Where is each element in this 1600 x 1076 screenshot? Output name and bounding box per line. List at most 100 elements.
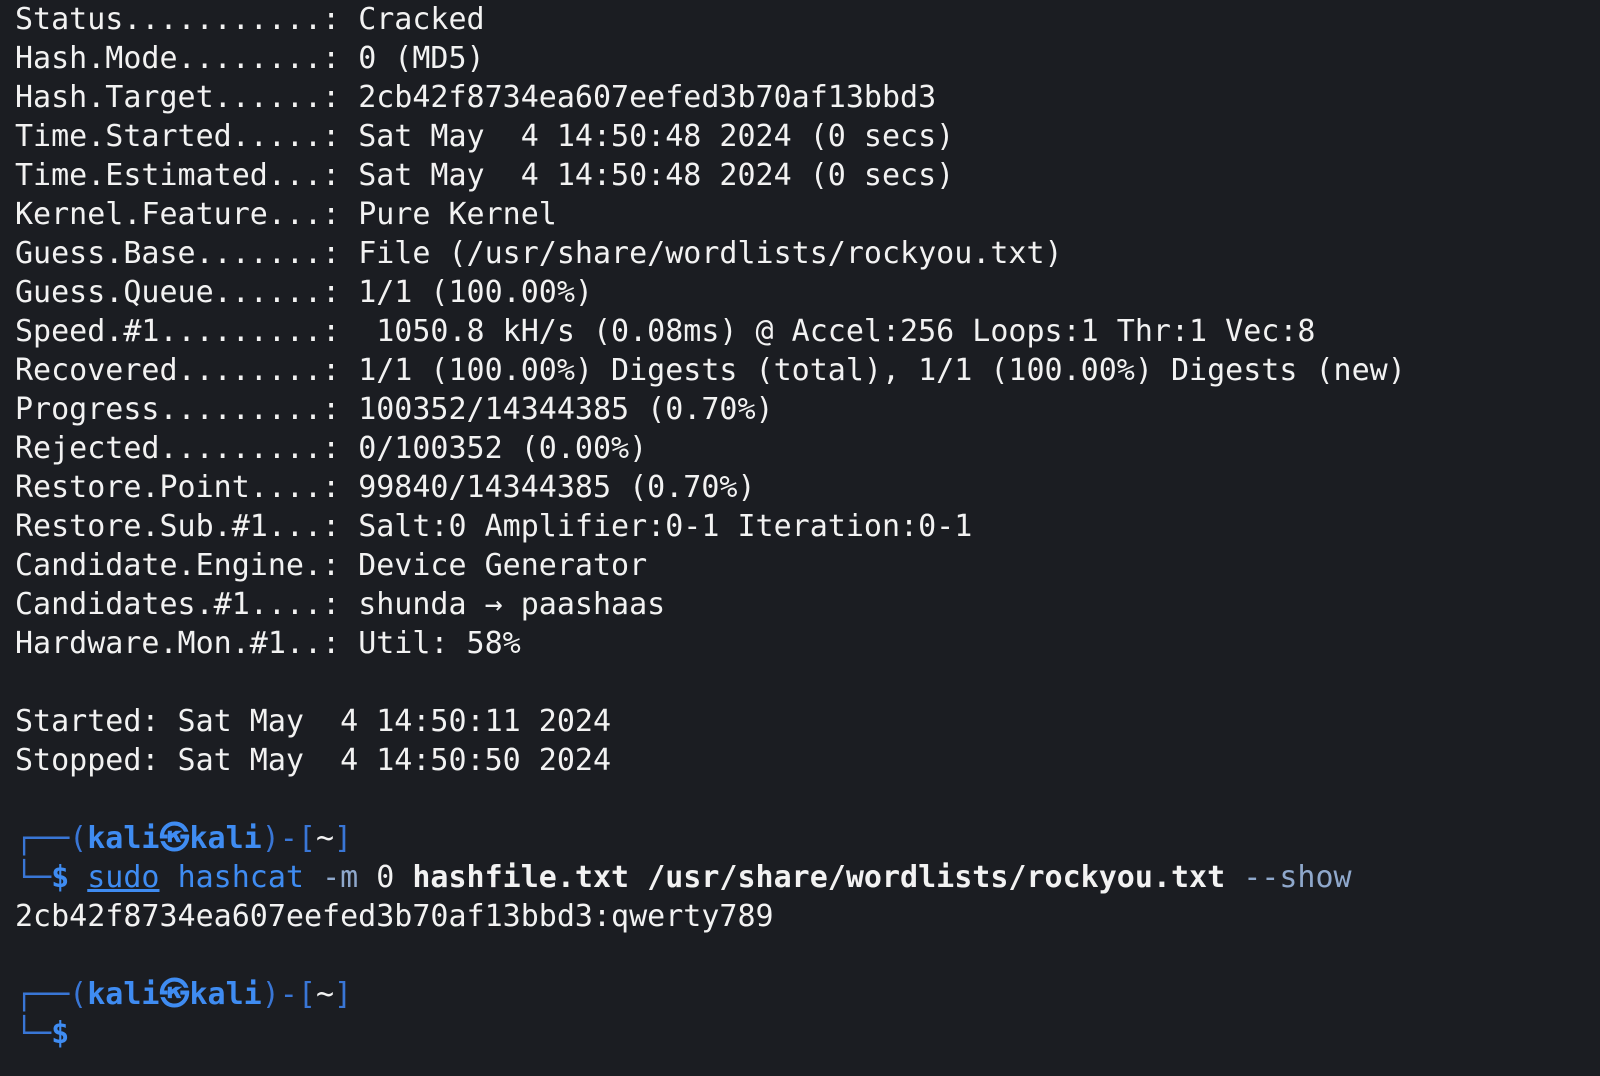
status-line: Restore.Sub.#1...: Salt:0 Amplifier:0-1 … bbox=[15, 507, 1600, 546]
status-key: Recovered bbox=[15, 353, 178, 388]
prompt-host: kali bbox=[189, 977, 262, 1012]
status-key: Guess.Base bbox=[15, 236, 196, 271]
status-value: 2cb42f8734ea607eefed3b70af13bbd3 bbox=[358, 80, 937, 115]
command-sudo: sudo bbox=[87, 860, 160, 895]
status-dots: ... bbox=[267, 158, 323, 193]
status-key: Hash.Target bbox=[15, 80, 214, 115]
status-dots: ......... bbox=[159, 431, 323, 466]
prompt-separator: )-[ bbox=[261, 821, 316, 856]
status-value: 0 (MD5) bbox=[358, 41, 485, 76]
status-dots: ......... bbox=[159, 314, 323, 349]
status-dots: ......... bbox=[159, 392, 323, 427]
status-line: Guess.Queue......: 1/1 (100.00%) bbox=[15, 273, 1600, 312]
prompt-header: ┌──(kali㉿kali)-[~] bbox=[15, 819, 1600, 858]
status-dots: . bbox=[303, 548, 323, 583]
status-value: File (/usr/share/wordlists/rockyou.txt) bbox=[358, 236, 1063, 271]
command-line-active[interactable]: └─$ bbox=[15, 1014, 1600, 1053]
status-separator: : bbox=[322, 197, 359, 232]
status-line: Recovered........: 1/1 (100.00%) Digests… bbox=[15, 351, 1600, 390]
status-key: Rejected bbox=[15, 431, 160, 466]
command-flag-mode: -m bbox=[322, 860, 359, 895]
status-key: Candidate.Engine bbox=[15, 548, 304, 583]
status-line: Time.Estimated...: Sat May 4 14:50:48 20… bbox=[15, 156, 1600, 195]
status-separator: : bbox=[322, 236, 359, 271]
status-dots: ....... bbox=[195, 236, 323, 271]
prompt-box-bottom: └─ bbox=[15, 860, 52, 895]
status-dots: ...... bbox=[213, 275, 323, 310]
status-value: Cracked bbox=[358, 2, 485, 37]
status-value: Pure Kernel bbox=[358, 197, 557, 232]
status-separator: : bbox=[322, 626, 359, 661]
status-key: Hash.Mode bbox=[15, 41, 178, 76]
prompt-box-bottom: └─ bbox=[15, 1016, 52, 1051]
status-line: Hash.Target......: 2cb42f8734ea607eefed3… bbox=[15, 78, 1600, 117]
status-line: Hash.Mode........: 0 (MD5) bbox=[15, 39, 1600, 78]
status-dots: .... bbox=[249, 587, 323, 622]
status-key: Kernel.Feature bbox=[15, 197, 268, 232]
started-line: Started: Sat May 4 14:50:11 2024 bbox=[15, 704, 612, 739]
status-separator: : bbox=[322, 158, 359, 193]
status-dots: ........ bbox=[177, 41, 323, 76]
status-key: Time.Estimated bbox=[15, 158, 268, 193]
command-flag-show: --show bbox=[1243, 860, 1352, 895]
status-separator: : bbox=[322, 41, 359, 76]
status-separator: : bbox=[322, 431, 359, 466]
status-value: Salt:0 Amplifier:0-1 Iteration:0-1 bbox=[358, 509, 973, 544]
hashcat-status-block: Status...........: Cracked Hash.Mode.....… bbox=[15, 0, 1600, 663]
status-separator: : bbox=[322, 2, 359, 37]
prompt-box-top: ┌──( bbox=[15, 977, 88, 1012]
status-line: Candidate.Engine.: Device Generator bbox=[15, 546, 1600, 585]
status-dots: .. bbox=[285, 626, 323, 661]
status-line: Guess.Base.......: File (/usr/share/word… bbox=[15, 234, 1600, 273]
kali-skull-icon: ㉿ bbox=[159, 821, 190, 856]
status-line: Hardware.Mon.#1..: Util: 58% bbox=[15, 624, 1600, 663]
status-dots: .... bbox=[249, 470, 323, 505]
status-separator: : bbox=[322, 470, 359, 505]
status-value: 1/1 (100.00%) Digests (total), 1/1 (100.… bbox=[358, 353, 1406, 388]
status-separator: : bbox=[322, 275, 359, 310]
prompt-host: kali bbox=[189, 821, 262, 856]
status-separator: : bbox=[322, 80, 359, 115]
command-wordlist: /usr/share/wordlists/rockyou.txt bbox=[647, 860, 1226, 895]
prompt-bracket-end: ] bbox=[334, 977, 353, 1012]
status-line: Progress.........: 100352/14344385 (0.70… bbox=[15, 390, 1600, 429]
status-line: Speed.#1.........: 1050.8 kH/s (0.08ms) … bbox=[15, 312, 1600, 351]
status-line: Kernel.Feature...: Pure Kernel bbox=[15, 195, 1600, 234]
status-value: Sat May 4 14:50:48 2024 (0 secs) bbox=[358, 158, 955, 193]
prompt-bracket-end: ] bbox=[334, 821, 353, 856]
status-key: Candidates.#1 bbox=[15, 587, 250, 622]
prompt-user: kali bbox=[87, 821, 160, 856]
command-line[interactable]: └─$ sudo hashcat -m 0 hashfile.txt /usr/… bbox=[15, 858, 1600, 897]
status-value: 100352/14344385 (0.70%) bbox=[358, 392, 774, 427]
status-key: Restore.Sub.#1 bbox=[15, 509, 268, 544]
status-key: Speed.#1 bbox=[15, 314, 160, 349]
status-key: Restore.Point bbox=[15, 470, 250, 505]
status-value: 1050.8 kH/s (0.08ms) @ Accel:256 Loops:1… bbox=[358, 314, 1316, 349]
status-key: Progress bbox=[15, 392, 160, 427]
status-key: Hardware.Mon.#1 bbox=[15, 626, 286, 661]
terminal-window[interactable]: Status...........: Cracked Hash.Mode.....… bbox=[0, 0, 1600, 1076]
prompt-dollar: $ bbox=[51, 860, 70, 895]
status-separator: : bbox=[322, 548, 359, 583]
status-separator: : bbox=[322, 119, 359, 154]
status-value: 1/1 (100.00%) bbox=[358, 275, 593, 310]
status-line: Candidates.#1....: shunda → paashaas bbox=[15, 585, 1600, 624]
status-key: Time.Started bbox=[15, 119, 232, 154]
status-dots: ..... bbox=[231, 119, 323, 154]
status-value: shunda → paashaas bbox=[358, 587, 666, 622]
status-value: Device Generator bbox=[358, 548, 648, 583]
command-hashcat: hashcat bbox=[177, 860, 304, 895]
cracked-result: 2cb42f8734ea607eefed3b70af13bbd3:qwerty7… bbox=[15, 899, 774, 934]
status-dots: ...... bbox=[213, 80, 323, 115]
prompt-user: kali bbox=[87, 977, 160, 1012]
status-dots: ... bbox=[267, 197, 323, 232]
prompt-separator: )-[ bbox=[261, 977, 316, 1012]
status-line: Status...........: Cracked bbox=[15, 0, 1600, 39]
status-value: Util: 58% bbox=[358, 626, 521, 661]
status-dots: ... bbox=[267, 509, 323, 544]
status-key: Status bbox=[15, 2, 124, 37]
prompt-directory: ~ bbox=[315, 821, 334, 856]
status-dots: ........... bbox=[123, 2, 323, 37]
